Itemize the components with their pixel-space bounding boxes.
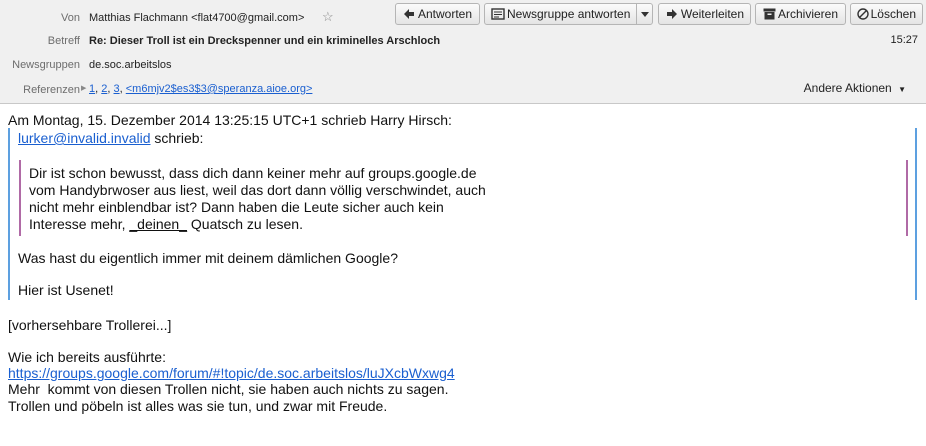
troll-line: [vorhersehbare Trollerei...]: [8, 317, 172, 333]
groups-google-link[interactable]: https://groups.google.com/forum/#!topic/…: [8, 365, 455, 381]
delete-icon: [855, 8, 871, 20]
reply-newsgroup-label: Newsgruppe antworten: [507, 7, 631, 21]
archive-label: Archivieren: [778, 7, 839, 21]
newsgroup-icon: [489, 8, 507, 20]
quote-author-line: lurker@invalid.invalid schrieb:: [18, 130, 203, 147]
newsgroups-value[interactable]: de.soc.arbeitslos: [89, 59, 172, 71]
inner-quote-line-4-end: Quatsch zu lesen.: [187, 216, 303, 232]
inner-quote-line-1: Dir ist schon bewusst, dass dich dann ke…: [29, 165, 477, 181]
quote-author-link[interactable]: lurker@invalid.invalid: [18, 130, 151, 146]
subject-label: Betreff: [47, 35, 80, 47]
chevron-down-icon[interactable]: [636, 4, 652, 24]
other-actions-label: Andere Aktionen: [803, 81, 892, 95]
expand-references-icon[interactable]: ▶: [81, 84, 86, 92]
inner-quote-line-3: nicht mehr einblendbar ist? Dann haben d…: [29, 199, 444, 215]
explained-line: Wie ich bereits ausführte:: [8, 349, 166, 365]
reference-message-id-link[interactable]: <m6mjv2$es3$3@speranza.aioe.org>: [126, 83, 313, 95]
inner-quote-line-2: vom Handybrwoser aus liest, weil das dor…: [29, 182, 486, 198]
reply-label: Antworten: [418, 7, 473, 21]
from-value[interactable]: Matthias Flachmann <flat4700@gmail.com>: [89, 12, 304, 24]
references-list: 1, 2, 3, <m6mjv2$es3$3@speranza.aioe.org…: [89, 83, 313, 95]
delete-label: Löschen: [870, 7, 916, 21]
reply-button[interactable]: Antworten: [395, 3, 480, 25]
inner-quote-line-4: Interesse mehr, _deinen_ Quatsch zu lese…: [29, 216, 303, 233]
forward-button[interactable]: Weiterleiten: [658, 3, 751, 25]
quote-author-suffix: schrieb:: [150, 130, 204, 146]
quote-line-google: Was hast du eigentlich immer mit deinem …: [18, 250, 398, 266]
quote-line-usenet: Hier ist Usenet!: [18, 282, 114, 298]
other-actions-menu[interactable]: Andere Aktionen ▼: [804, 81, 906, 95]
references-label: Referenzen: [23, 84, 80, 96]
reply-newsgroup-button[interactable]: Newsgruppe antworten: [484, 3, 653, 25]
archive-icon: [760, 8, 778, 20]
subject-value: Re: Dieser Troll ist ein Dreckspenner un…: [89, 35, 441, 47]
forward-arrow-icon: [663, 8, 681, 20]
delete-button[interactable]: Löschen: [850, 3, 923, 25]
archive-button[interactable]: Archivieren: [755, 3, 846, 25]
more-line: Mehr kommt von diesen Trollen nicht, sie…: [8, 381, 449, 397]
from-label: Von: [61, 12, 80, 24]
newsgroups-label: Newsgruppen: [12, 59, 80, 71]
last-line: Trollen und pöbeln ist alles was sie tun…: [8, 398, 388, 414]
inner-quote-line-4-start: Interesse mehr,: [29, 216, 130, 232]
forward-label: Weiterleiten: [680, 7, 744, 21]
message-header: Von Matthias Flachmann <flat4700@gmail.c…: [0, 0, 926, 104]
star-icon[interactable]: ☆: [322, 9, 334, 25]
reply-intro: Am Montag, 15. Dezember 2014 13:25:15 UT…: [8, 112, 452, 128]
groups-link-line: https://groups.google.com/forum/#!topic/…: [8, 365, 455, 382]
message-time: 15:27: [890, 34, 918, 46]
inner-quote-emphasis: _deinen_: [129, 216, 188, 232]
reply-arrow-icon: [400, 8, 418, 20]
dropdown-arrow-icon: ▼: [898, 85, 906, 94]
